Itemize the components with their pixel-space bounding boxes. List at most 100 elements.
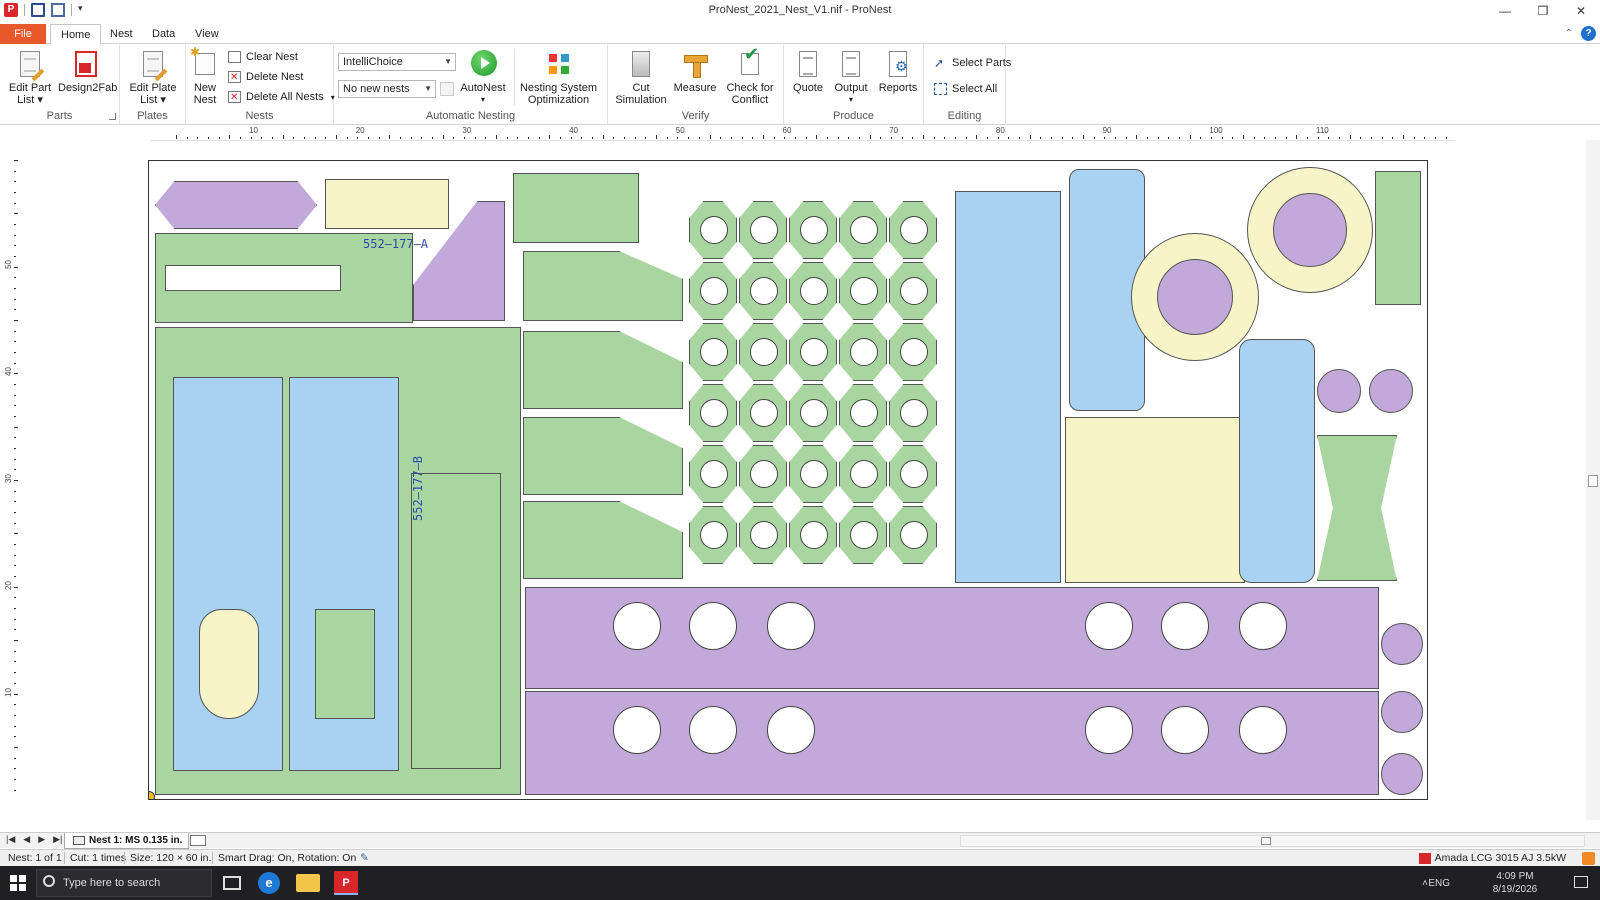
nested-part[interactable] [789,201,837,259]
tab-nest[interactable]: Nest [100,24,143,44]
nested-part[interactable] [789,445,837,503]
nested-part[interactable] [1065,417,1245,583]
nested-part[interactable] [315,609,375,719]
nested-part[interactable] [1317,435,1397,581]
horizontal-scroll-thumb[interactable] [1261,837,1271,845]
nested-part[interactable] [523,417,683,495]
clock[interactable]: 4:09 PM 8/19/2026 [1480,870,1550,896]
prev-tab-icon[interactable]: ◀ [23,834,30,845]
nested-part[interactable] [165,265,341,291]
nested-part[interactable] [689,323,737,381]
check-for-conflict-button[interactable]: Check for Conflict [722,48,778,106]
nested-part[interactable] [1381,691,1423,733]
pronest-taskbar-icon[interactable]: P [334,871,358,895]
delete-nest-button[interactable]: Delete Nest [228,69,303,86]
nested-part[interactable] [789,384,837,442]
nested-part[interactable] [889,323,937,381]
nesting-strategy-dropdown[interactable]: IntelliChoice ▼ [338,53,456,71]
new-nest-button[interactable]: New Nest [190,46,220,106]
file-explorer-icon[interactable] [296,874,320,892]
nested-part[interactable] [689,201,737,259]
language-indicator[interactable]: ENG [1428,878,1450,889]
nested-part[interactable] [689,506,737,564]
task-view-icon[interactable] [223,876,241,890]
help-icon[interactable]: ? [1581,26,1596,41]
machine-indicator[interactable]: Amada LCG 3015 AJ 3.5kW [1418,852,1566,864]
nested-part[interactable] [839,506,887,564]
nested-part[interactable] [1381,623,1423,665]
first-tab-icon[interactable]: |◀ [6,834,15,845]
nested-part[interactable] [889,384,937,442]
nests-options-button[interactable] [440,82,454,96]
reports-button[interactable]: Reports [876,49,920,94]
select-all-button[interactable]: Select All [934,81,997,97]
vertical-scroll-thumb[interactable] [1588,475,1598,487]
nested-part[interactable] [325,179,449,229]
nested-part[interactable] [689,445,737,503]
horizontal-scrollbar[interactable] [960,835,1585,847]
select-parts-button[interactable]: ➚ Select Parts [934,55,1011,71]
nested-part[interactable] [523,501,683,579]
nested-part[interactable] [789,262,837,320]
nested-part[interactable] [199,609,259,719]
nested-part[interactable] [839,384,887,442]
smart-drag-toggle-icon[interactable]: ✎ [360,852,369,864]
nested-part[interactable] [889,445,937,503]
nested-part[interactable] [889,506,937,564]
next-tab-icon[interactable]: ▶ [38,834,45,845]
nested-part[interactable] [839,262,887,320]
new-nests-dropdown[interactable]: No new nests ▼ [338,80,436,98]
output-button[interactable]: Output ▾ [830,49,872,106]
tab-view[interactable]: View [185,24,229,44]
nested-part[interactable] [789,323,837,381]
cut-simulation-button[interactable]: Cut Simulation [614,49,668,106]
windows-start-icon[interactable] [10,875,26,891]
nest-canvas[interactable]: 552–177–A 552–177–B [148,160,1428,800]
nested-part[interactable] [513,173,639,243]
feed-icon[interactable] [1582,852,1595,865]
tab-data[interactable]: Data [142,24,185,44]
nested-part[interactable] [1157,259,1233,335]
minimize-button[interactable]: — [1486,0,1524,22]
delete-all-nests-button[interactable]: Delete All Nests ▾ [228,89,335,106]
edit-plate-list-button[interactable]: Edit Plate List ▾ [128,49,178,106]
nested-part[interactable] [739,262,787,320]
edit-part-list-button[interactable]: Edit Part List ▾ [6,49,54,106]
nested-part[interactable] [739,445,787,503]
nested-part[interactable] [1273,193,1347,267]
nested-part[interactable] [839,201,887,259]
nested-part[interactable] [155,181,317,229]
nested-part[interactable] [523,331,683,409]
nested-part[interactable] [839,323,887,381]
parts-dialog-launcher-icon[interactable] [109,113,116,120]
vertical-scrollbar[interactable] [1586,140,1600,820]
clear-nest-button[interactable]: Clear Nest [228,49,298,65]
nested-part[interactable] [1317,369,1361,413]
quote-button[interactable]: Quote [790,49,826,94]
tab-home[interactable]: Home [50,24,102,45]
nested-part[interactable] [739,323,787,381]
tab-nest-1[interactable]: Nest 1: MS 0.135 in. [64,833,190,849]
add-nest-tab-button[interactable] [190,835,206,846]
nested-part[interactable] [1369,369,1413,413]
nested-part[interactable] [1375,171,1421,305]
taskbar-search-input[interactable]: Type here to search [36,869,212,897]
restore-button[interactable]: ❐ [1524,0,1562,22]
nested-part[interactable] [739,384,787,442]
nested-part[interactable] [739,506,787,564]
tray-chevron-up-icon[interactable]: ˄ [1422,878,1428,889]
minimize-ribbon-icon[interactable]: ⌃ [1565,28,1573,39]
nested-part[interactable] [839,445,887,503]
nested-part[interactable] [789,506,837,564]
nested-part[interactable] [1239,339,1315,583]
nested-part[interactable] [739,201,787,259]
close-button[interactable]: ✕ [1562,0,1600,22]
design2fab-button[interactable]: Design2Fab [58,49,117,94]
last-tab-icon[interactable]: ▶| [53,834,62,845]
measure-button[interactable]: Measure [672,49,718,94]
nested-part[interactable] [955,191,1061,583]
edge-browser-icon[interactable]: e [258,872,280,894]
nested-part[interactable] [523,251,683,321]
nesting-system-optimization-button[interactable]: Nesting System Optimization [514,49,602,106]
tab-file[interactable]: File [0,24,46,44]
